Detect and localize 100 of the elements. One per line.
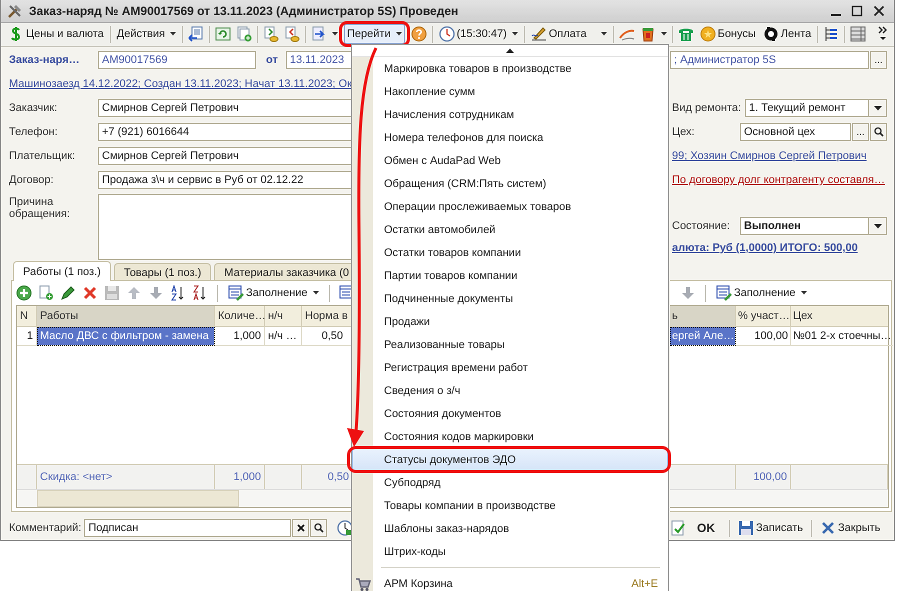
column-header[interactable]: н/ч [265, 306, 302, 327]
menu-item[interactable]: Статусы документов ЭДО [352, 448, 668, 471]
menu-item[interactable]: Сведения о з/ч [373, 379, 668, 402]
total-cell: 0,50 [302, 464, 353, 489]
ellipsis-button[interactable]: ... [852, 123, 869, 141]
input-field[interactable]: Смирнов Сергей Петрович [98, 99, 353, 117]
save-button[interactable]: Записать [735, 518, 806, 538]
shop-field[interactable]: Основной цех [740, 123, 851, 141]
menu-item[interactable]: Подчиненные документы [373, 287, 668, 310]
field-label: Причина обращения: [9, 195, 71, 220]
field-label: Телефон: [9, 126, 59, 138]
menu-item[interactable]: Партии товаров компании [373, 264, 668, 287]
column-header[interactable]: Работы [37, 306, 215, 327]
menu-item[interactable]: Маркировка товаров в производстве [373, 57, 668, 80]
close-icon [296, 523, 306, 533]
scrollbar[interactable] [17, 489, 353, 507]
owner-link[interactable]: 99; Хозяин Смирнов Сергей Петрович [672, 150, 867, 162]
document-plus-icon [236, 26, 252, 42]
caret-icon [512, 32, 518, 36]
repair-type-dropdown[interactable]: 1. Текущий ремонт [745, 99, 887, 117]
delete-icon[interactable] [82, 285, 98, 301]
total-cell: 1,000 [215, 464, 265, 489]
input-field[interactable]: Смирнов Сергей Петрович [98, 147, 353, 165]
minimize-icon [831, 14, 841, 16]
menu-item[interactable]: Операции прослеживаемых товаров [373, 195, 668, 218]
menu-item[interactable]: Товары компании в производстве [373, 494, 668, 517]
help-button[interactable] [408, 24, 429, 44]
actions-menu-button[interactable]: Действия [114, 24, 179, 44]
list-button[interactable] [848, 24, 868, 44]
history-link[interactable]: Машинозаезд 14.12.2022; Создан 13.11.2023; Начат 13.11.2023; Ок [9, 78, 352, 90]
menu-item[interactable]: Остатки товаров компании [373, 241, 668, 264]
date-field[interactable]: 13.11.2023 [286, 51, 353, 69]
menu-item[interactable]: Субподряд [373, 471, 668, 494]
column-header[interactable]: Количе… [215, 306, 265, 327]
fill-button[interactable]: Заполнение [715, 283, 808, 303]
table-pencil-icon [716, 285, 732, 301]
add-icon[interactable] [16, 285, 32, 301]
time-button[interactable]: (15:30:47) [436, 24, 521, 44]
table-cell: №01 2-х стоечны… [791, 327, 894, 346]
total-link[interactable]: алюта: Руб (1,0000) ИТОГО: 500,00 [672, 242, 887, 254]
close-form-button[interactable]: Закрыть [817, 518, 884, 538]
phone-icon [678, 26, 694, 42]
fill-button[interactable]: Заполнение [227, 283, 320, 303]
comment-field[interactable]: Подписан [84, 519, 291, 537]
menu-item[interactable]: Шаблоны заказ-нарядов [373, 517, 668, 540]
copy-add-icon[interactable] [38, 285, 54, 301]
menu-item[interactable]: Остатки автомобилей [373, 218, 668, 241]
scrollbar[interactable] [670, 489, 888, 507]
go-to-menu-button[interactable]: Перейти [344, 24, 405, 44]
menu-item[interactable]: Начисления сотрудникам [373, 103, 668, 126]
menu-item[interactable]: Накопление сумм [373, 80, 668, 103]
menu-item[interactable]: Обмен с AudaPad Web [373, 149, 668, 172]
field-label: Цех: [672, 126, 696, 138]
sort-descending-icon[interactable] [192, 285, 208, 301]
payment-button[interactable]: Оплата [528, 24, 610, 44]
menu-item[interactable]: Номера телефонов для поиска [373, 126, 668, 149]
input-field[interactable]: +7 (921) 6016644 [98, 123, 353, 141]
menu-item[interactable]: Обращения (CRM:Пять систем) [373, 172, 668, 195]
menu-item[interactable]: Реализованные товары [373, 333, 668, 356]
search-button[interactable] [870, 123, 887, 141]
pen-signature-icon [530, 26, 547, 42]
tape-button[interactable]: Лента [760, 24, 814, 44]
column-header[interactable]: ь [670, 306, 736, 327]
close-icon [873, 4, 885, 17]
clock-icon[interactable] [337, 520, 353, 536]
table-pencil-icon [228, 285, 244, 301]
menu-item[interactable]: Штрих-коды [373, 540, 668, 563]
menu-item[interactable]: Состояния кодов маркировки [373, 425, 668, 448]
column-header[interactable]: % участ… [736, 306, 791, 327]
tab[interactable]: Товары (1 поз.) [114, 263, 212, 281]
shortcut-text: Alt+E [631, 578, 658, 590]
field-label: Договор: [9, 174, 55, 186]
prices-button[interactable]: Цены и валюта [5, 24, 107, 44]
ellipsis-button[interactable]: ... [870, 51, 887, 69]
state-dropdown[interactable]: Выполнен [740, 217, 887, 235]
tab[interactable]: Работы (1 поз.) [13, 261, 111, 281]
bonuses-button[interactable]: Бонусы [696, 24, 759, 44]
document-check-icon[interactable] [670, 520, 686, 536]
author-field[interactable]: ; Администратор 5S [670, 51, 869, 69]
maximize-icon [851, 4, 863, 17]
debt-link[interactable]: По договору долг контрагенту составля… [672, 174, 885, 186]
ok-button[interactable]: OK [688, 518, 724, 538]
sort-ascending-icon[interactable] [170, 285, 186, 301]
clear-button[interactable] [292, 519, 309, 537]
menu-item[interactable]: Состояния документов [373, 402, 668, 425]
document-arrow-icon [311, 26, 327, 42]
footer-cell [670, 464, 736, 489]
caret-icon [600, 32, 607, 36]
menu-item[interactable]: Регистрация времени работ [373, 356, 668, 379]
bucket-icon [640, 26, 656, 42]
menu-item[interactable]: Продажи [373, 310, 668, 333]
search-button[interactable] [310, 519, 327, 537]
pencil-icon[interactable] [60, 285, 76, 301]
footer-cell [265, 464, 302, 489]
column-header[interactable]: Цех [791, 306, 888, 327]
number-field[interactable]: АМ90017569 [98, 51, 256, 69]
input-field[interactable]: Продажа з\ч и сервис в Руб от 02.12.22 [98, 171, 353, 189]
table-cell: ергей Але… [670, 327, 736, 346]
menu-item[interactable]: АРМ Корзина Alt+E [352, 572, 668, 591]
column-header[interactable]: N [17, 306, 37, 327]
